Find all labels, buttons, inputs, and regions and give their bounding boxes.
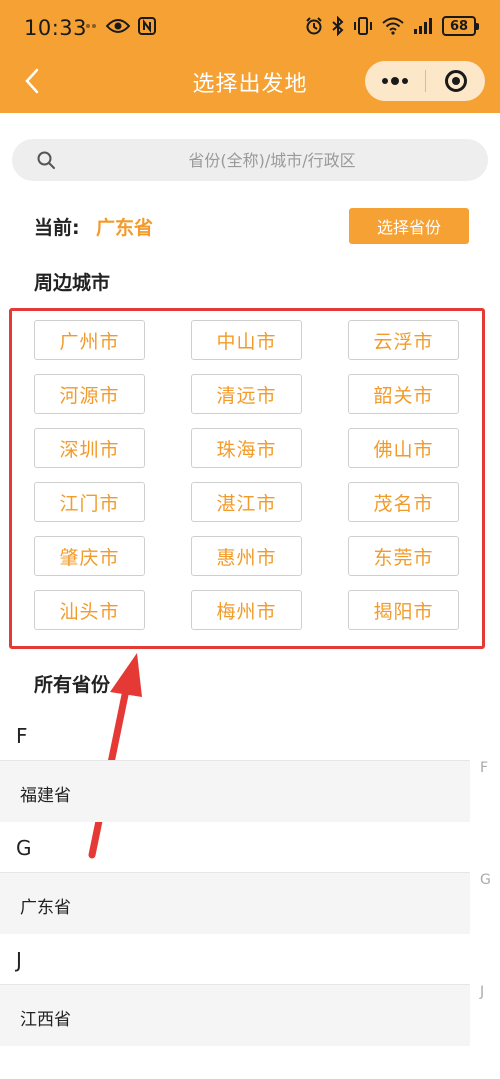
province-name: 广东省 <box>20 898 71 918</box>
city-button[interactable]: 梅州市 <box>191 590 302 630</box>
city-button[interactable]: 深圳市 <box>34 428 145 468</box>
group-letter-f: F <box>16 724 28 748</box>
bluetooth-icon <box>332 16 344 36</box>
index-letter-j[interactable]: J <box>480 984 484 1000</box>
city-button[interactable]: 韶关市 <box>348 374 459 414</box>
city-button[interactable]: 清远市 <box>191 374 302 414</box>
all-provinces-title: 所有省份 <box>34 674 111 696</box>
nfc-icon <box>138 17 156 35</box>
nearby-city-grid: 广州市 中山市 云浮市河源市 清远市 韶关市深圳市 珠海市 佛山市江门市 湛江市 茂名市肇庆市 惠… <box>34 320 460 630</box>
city-button[interactable]: 肇庆市 <box>34 536 145 576</box>
search-input[interactable] <box>72 139 472 181</box>
city-button[interactable]: 广州市 <box>34 320 145 360</box>
city-button[interactable]: 东莞市 <box>348 536 459 576</box>
more-dots-icon <box>382 77 408 85</box>
battery-level: 68 <box>449 18 469 34</box>
vibrate-icon <box>354 17 372 35</box>
province-row-guangdong[interactable]: 广东省 <box>0 872 470 934</box>
status-bar: 10:33 68 <box>0 0 500 56</box>
close-miniprogram-button[interactable] <box>426 61 485 101</box>
current-label: 当前: <box>34 217 80 239</box>
province-name: 福建省 <box>20 786 71 806</box>
index-letter-f[interactable]: F <box>480 760 488 776</box>
alarm-icon <box>306 17 322 35</box>
city-button[interactable]: 河源市 <box>34 374 145 414</box>
signal-icon <box>414 18 432 34</box>
nearby-cities-title: 周边城市 <box>34 272 111 294</box>
status-right-icons: 68 <box>305 16 479 36</box>
city-button[interactable]: 汕头市 <box>34 590 145 630</box>
app-header: 10:33 68 选择出发地 <box>0 0 500 113</box>
province-row-fujian[interactable]: 福建省 <box>0 760 470 822</box>
miniprogram-capsule <box>365 61 485 101</box>
index-letter-g[interactable]: G <box>480 872 491 888</box>
city-button[interactable]: 珠海市 <box>191 428 302 468</box>
eye-icon <box>106 19 130 33</box>
wifi-icon <box>382 17 404 35</box>
city-button[interactable]: 中山市 <box>191 320 302 360</box>
group-letter-g: G <box>16 836 32 860</box>
status-left-icons <box>84 17 156 35</box>
city-button[interactable]: 湛江市 <box>191 482 302 522</box>
city-button[interactable]: 江门市 <box>34 482 145 522</box>
status-time: 10:33 <box>24 16 88 40</box>
city-button[interactable]: 佛山市 <box>348 428 459 468</box>
search-bar <box>12 139 488 181</box>
select-province-button[interactable]: 选择省份 <box>349 208 469 244</box>
notification-dots-icon <box>86 24 96 28</box>
city-button[interactable]: 惠州市 <box>191 536 302 576</box>
city-button[interactable]: 揭阳市 <box>348 590 459 630</box>
province-row-jiangxi[interactable]: 江西省 <box>0 984 470 1046</box>
province-name: 江西省 <box>20 1010 71 1030</box>
city-button[interactable]: 茂名市 <box>348 482 459 522</box>
current-province: 广东省 <box>96 217 154 239</box>
target-close-icon <box>444 70 467 92</box>
more-button[interactable] <box>365 61 425 101</box>
group-letter-j: J <box>16 948 22 972</box>
search-icon <box>37 151 55 169</box>
city-button[interactable]: 云浮市 <box>348 320 459 360</box>
battery-indicator: 68 <box>442 16 479 36</box>
